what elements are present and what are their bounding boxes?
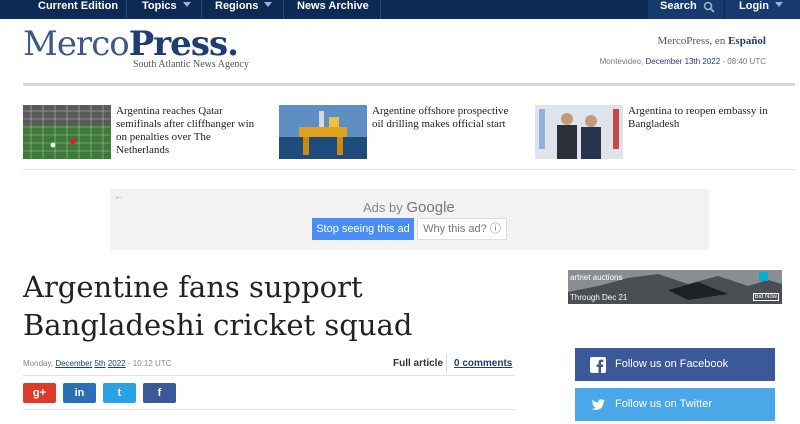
nav-news-archive[interactable]: News Archive	[297, 0, 369, 19]
date-month-link[interactable]: December	[55, 359, 92, 368]
ad-brand-text: artnet auctions	[570, 273, 623, 282]
teaser-title[interactable]: Argentina to reopen embassy in Banglades…	[628, 105, 778, 131]
meta-divider-line	[23, 375, 515, 376]
oil-platform-photo[interactable]	[279, 105, 367, 159]
nav-search-label: Search	[660, 0, 697, 12]
chevron-down-icon	[182, 2, 191, 7]
meta-divider	[446, 354, 447, 373]
ad-choices-icon[interactable]	[759, 272, 768, 281]
facebook-share-button[interactable]: f	[143, 383, 176, 403]
nav-divider	[201, 0, 202, 19]
teaser-title[interactable]: Argentina reaches Qatar semifinals after…	[116, 105, 266, 157]
current-dateline: Montevideo, December 13th 2022 - 08:40 U…	[599, 57, 766, 66]
chevron-down-icon	[264, 2, 273, 7]
facebook-icon: f	[157, 387, 162, 399]
linkedin-icon: in	[74, 387, 85, 399]
follow-twitter-button[interactable]: Follow us on Twitter	[575, 388, 775, 421]
language-link-espanol[interactable]: Español	[728, 35, 766, 47]
search-icon	[703, 1, 715, 13]
nav-divider	[380, 0, 381, 19]
nav-login-button[interactable]: Login	[725, 0, 800, 19]
masthead-divider	[23, 83, 795, 86]
nav-divider	[126, 0, 127, 19]
twitter-icon	[591, 399, 605, 410]
facebook-icon	[590, 357, 606, 373]
share-divider	[23, 409, 515, 410]
nav-divider	[283, 0, 284, 19]
date-day-link[interactable]: 5th	[94, 359, 105, 368]
follow-facebook-button[interactable]: Follow us on Facebook	[575, 348, 775, 381]
article-date: Monday, December 5th 2022 - 10:12 UTC	[23, 359, 172, 368]
football-match-photo[interactable]	[23, 105, 111, 159]
nav-search-button[interactable]: Search	[648, 0, 724, 19]
sidebar-ad-banner[interactable]: artnet auctions Through Dec 21 Bid Now	[568, 270, 782, 304]
google-plus-icon: g+	[32, 387, 47, 399]
twitter-share-button[interactable]: t	[103, 383, 136, 403]
stop-seeing-ad-button[interactable]: Stop seeing this ad	[312, 218, 414, 240]
mercopress-logo[interactable]: MercoPress.	[23, 24, 239, 64]
follow-facebook-label: Follow us on Facebook	[615, 358, 729, 370]
site-tagline: South Atlantic News Agency	[133, 59, 249, 70]
ad-slot: ← Ads by Google Stop seeing this ad Why …	[110, 189, 709, 250]
google-plus-share-button[interactable]: g+	[23, 383, 56, 403]
date-year-link[interactable]: 2022	[108, 359, 126, 368]
ad-date-text: Through Dec 21	[570, 293, 628, 302]
linkedin-share-button[interactable]: in	[63, 383, 96, 403]
nav-login-label: Login	[739, 0, 783, 19]
comments-link[interactable]: 0 comments	[454, 358, 512, 369]
nav-regions[interactable]: Regions	[215, 0, 273, 19]
follow-twitter-label: Follow us on Twitter	[615, 398, 713, 410]
full-article-label: Full article	[393, 358, 444, 369]
why-this-ad-button[interactable]: Why this ad? ⓘ	[417, 218, 507, 240]
top-navigation-bar: Current Edition Topics Regions News Arch…	[0, 0, 800, 19]
ad-cta[interactable]: Bid Now	[752, 293, 779, 301]
diplomats-handshake-photo[interactable]	[535, 105, 623, 159]
language-switch: MercoPress, en Español	[657, 35, 767, 47]
nav-topics[interactable]: Topics	[142, 0, 191, 19]
teaser-title[interactable]: Argentine offshore prospective oil drill…	[372, 105, 522, 131]
nav-current-edition[interactable]: Current Edition	[38, 0, 118, 19]
chevron-down-icon	[774, 2, 783, 7]
ad-back-arrow[interactable]: ←	[114, 191, 123, 201]
info-icon: ⓘ	[489, 223, 501, 235]
teaser-divider	[23, 169, 795, 170]
article-headline: Argentine fans support Bangladeshi crick…	[23, 270, 413, 342]
twitter-icon: t	[117, 387, 122, 399]
ads-by-google: Ads by Google	[363, 199, 455, 216]
